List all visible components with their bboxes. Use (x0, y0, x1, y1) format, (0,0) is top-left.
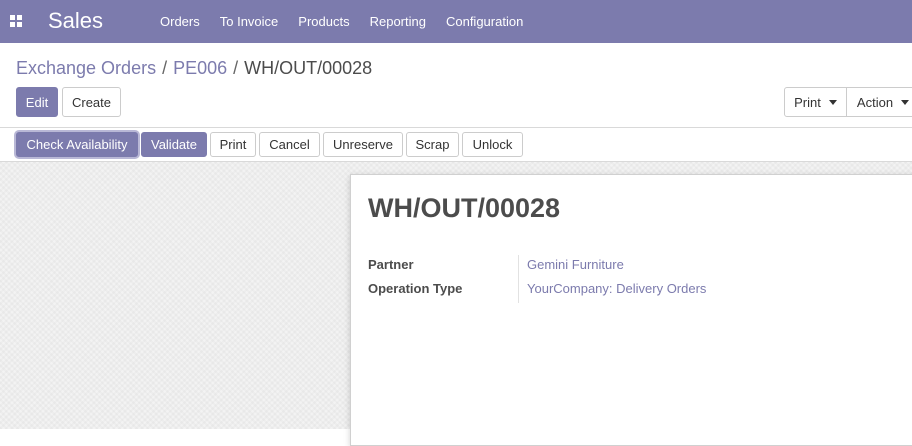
breadcrumb-separator: / (233, 58, 239, 78)
caret-down-icon (901, 99, 910, 105)
menu-item-products[interactable]: Products (288, 0, 359, 43)
cancel-button[interactable]: Cancel (259, 132, 320, 157)
app-title: Sales (48, 8, 104, 33)
partner-value-link[interactable]: Gemini Furniture (527, 257, 624, 273)
record-name: WH/OUT/00028 (368, 193, 561, 223)
breadcrumb-pe006[interactable]: PE006 (173, 58, 227, 78)
menu-item-reporting[interactable]: Reporting (360, 0, 436, 43)
action-dropdown-label: Action (856, 94, 894, 110)
edit-button[interactable]: Edit (16, 87, 58, 117)
caret-down-icon (828, 99, 837, 105)
operation-type-label: Operation Type (368, 281, 463, 296)
statusbar: Check Availability Validate Print Cancel… (0, 128, 912, 162)
breadcrumb-exchange-orders[interactable]: Exchange Orders (16, 58, 156, 78)
breadcrumb-separator: / (162, 58, 168, 78)
scrap-button[interactable]: Scrap (406, 132, 459, 157)
unreserve-button[interactable]: Unreserve (323, 132, 403, 157)
check-availability-button[interactable]: Check Availability (16, 132, 138, 157)
top-navbar: Sales Orders To Invoice Products Reporti… (0, 0, 912, 43)
print-button[interactable]: Print (210, 132, 256, 157)
unlock-button[interactable]: Unlock (462, 132, 523, 157)
print-dropdown-label: Print (794, 94, 821, 110)
print-dropdown-button[interactable]: Print (784, 87, 847, 117)
partner-label: Partner (368, 257, 414, 272)
menu-item-orders[interactable]: Orders (150, 0, 210, 43)
field-separator (518, 255, 519, 303)
validate-button[interactable]: Validate (141, 132, 207, 157)
breadcrumb: Exchange Orders / PE006/WH/OUT/00028 (16, 57, 372, 79)
apps-menu-icon[interactable] (10, 15, 23, 28)
breadcrumb-current: WH/OUT/00028 (244, 58, 373, 78)
menu-item-configuration[interactable]: Configuration (436, 0, 533, 43)
create-button[interactable]: Create (62, 87, 121, 117)
action-dropdown-button[interactable]: Action (846, 87, 912, 117)
operation-type-value-link[interactable]: YourCompany: Delivery Orders (527, 281, 706, 297)
form-sheet: WH/OUT/00028 Partner Gemini Furniture Op… (350, 174, 912, 446)
main-menu: Orders To Invoice Products Reporting Con… (150, 0, 533, 43)
menu-item-to-invoice[interactable]: To Invoice (210, 0, 289, 43)
